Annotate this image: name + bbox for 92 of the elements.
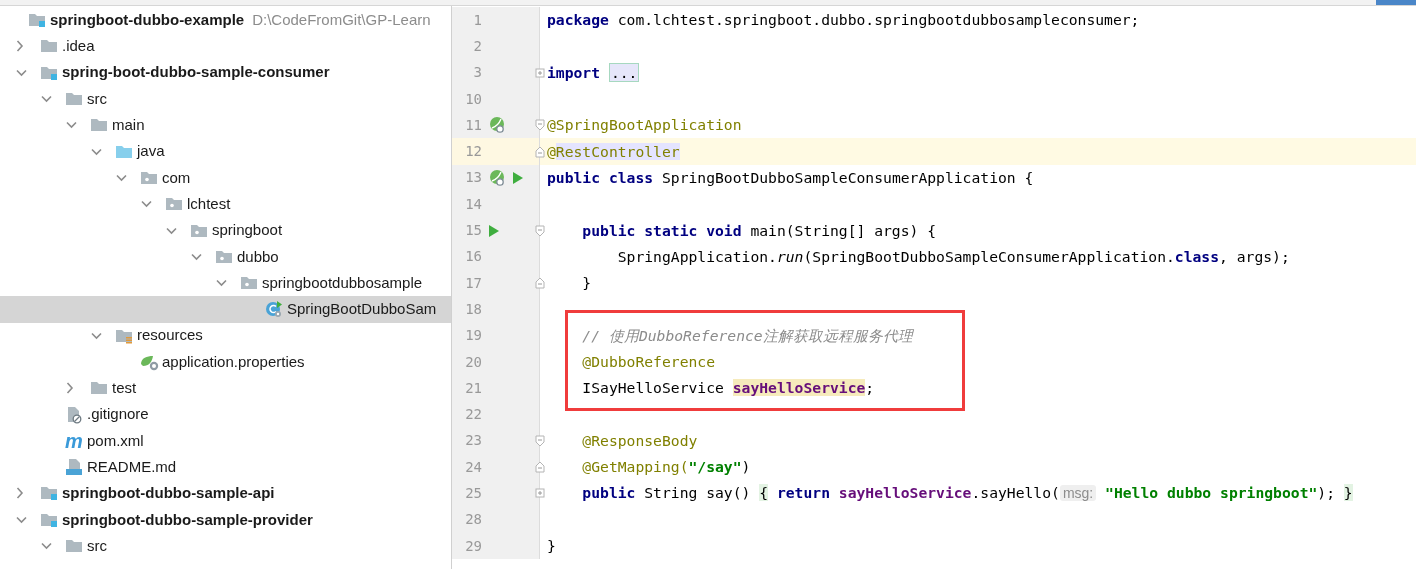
tree-item[interactable]: src [0, 532, 451, 560]
tree-item[interactable]: dubbo [0, 243, 451, 270]
code-line: @SpringBootApplication [547, 115, 742, 136]
line-number: 15 [464, 221, 482, 240]
folder-icon [115, 143, 133, 160]
tree-item[interactable]: application.properties [0, 348, 451, 376]
package-folder-icon [215, 248, 233, 265]
code-line: public String say() { return sayHelloService.sayHello( msg: "Hello dubbo springboot"); } [581, 483, 1353, 504]
leaf-gear-icon [140, 353, 160, 371]
tree-item[interactable]: springbootdubbosample [0, 269, 451, 297]
line-number: 2 [472, 36, 482, 56]
code-line: SpringApplication.run(SpringBootDubboSampleConsumerApplication.class, args); [616, 246, 1290, 267]
line-number: 28 [464, 510, 482, 530]
code-line: } [581, 273, 592, 294]
code-line: public class SpringBootDubboSampleConsumerApplication { [547, 167, 1034, 188]
tree-item[interactable]: .gitignore [0, 401, 451, 428]
fold-start-icon[interactable] [535, 119, 545, 132]
resource-folder-icon [115, 327, 133, 344]
package-folder-icon [190, 222, 208, 239]
folder-icon [65, 91, 83, 108]
line-number: 24 [464, 457, 482, 477]
tree-item[interactable]: springboot [0, 217, 451, 244]
line-number: 14 [464, 194, 482, 214]
tree-item[interactable]: java [0, 138, 451, 165]
line-number: 22 [464, 405, 482, 425]
code-line: import ... [547, 61, 640, 84]
tree-item[interactable]: resources [0, 322, 451, 349]
bean-icon [488, 168, 506, 187]
package-folder-icon [140, 169, 158, 186]
tree-item[interactable]: springboot-dubbo-sample-provider [0, 506, 451, 533]
file-blocked-icon [65, 405, 83, 424]
code-line: @RestController [547, 141, 680, 162]
fold-start-icon[interactable] [535, 224, 545, 237]
line-number: 19 [464, 326, 482, 346]
module-folder-icon [40, 511, 58, 528]
module-folder-icon [40, 64, 58, 81]
tree-item[interactable]: spring-boot-dubbo-sample-consumer [0, 59, 451, 86]
code-line: @ResponseBody [581, 430, 698, 451]
tree-item[interactable]: SpringBootDubboSam [0, 296, 451, 323]
line-number: 18 [464, 299, 482, 319]
code-line: @DubboReference [581, 352, 715, 372]
line-number: 11 [464, 115, 482, 135]
expand-icon[interactable] [535, 66, 545, 79]
fold-start-icon[interactable] [535, 434, 545, 447]
tree-item[interactable]: .idea [0, 33, 451, 60]
line-number: 3 [472, 63, 482, 83]
line-number: 10 [464, 89, 482, 109]
line-number: 13 [464, 168, 482, 188]
tree-item[interactable]: README.md [0, 454, 451, 481]
code-line: } [547, 536, 556, 557]
tree-item[interactable]: src [0, 85, 451, 113]
line-number: 21 [464, 378, 482, 398]
run-icon [488, 223, 500, 238]
line-number: 20 [464, 352, 482, 372]
code-line: @GetMapping("/say") [581, 457, 751, 478]
code-line: ISayHelloService sayHelloService; [581, 378, 875, 399]
code-line: // 使用DubboReference注解获取远程服务代理 [581, 325, 913, 346]
tree-item[interactable]: test [0, 375, 451, 402]
tree-item[interactable]: lchtest [0, 191, 451, 218]
fold-end-icon[interactable] [535, 461, 545, 474]
line-number: 17 [464, 273, 482, 293]
run-icon [512, 170, 524, 185]
folder-icon [40, 38, 58, 55]
line-number: 25 [464, 484, 482, 503]
code-line: package com.lchtest.springboot.dubbo.springbootdubbosampleconsumer; [547, 10, 1140, 31]
fold-end-icon[interactable] [535, 277, 545, 290]
class-icon [265, 300, 283, 319]
tree-item[interactable]: m pom.xml [0, 427, 451, 455]
package-folder-icon [165, 196, 183, 213]
line-number: 1 [472, 10, 482, 30]
folder-icon [65, 538, 83, 555]
bean-icon [488, 116, 506, 135]
line-number: 29 [464, 536, 482, 556]
project-path: D:\CodeFromGit\GP-Learn [252, 9, 431, 30]
line-number: 12 [464, 142, 482, 162]
expand-icon[interactable] [535, 487, 545, 500]
line-number: 16 [464, 247, 482, 267]
markdown-file-icon [65, 458, 83, 477]
letter-m-icon: m [65, 430, 83, 451]
active-tab-underline [1376, 0, 1416, 5]
tree-item[interactable]: springboot-dubbo-example D:\CodeFromGit\GP-Learn [0, 7, 451, 34]
package-folder-icon [240, 275, 258, 292]
folder-icon [90, 117, 108, 134]
code-line: public static void main(String[] args) { [581, 220, 937, 241]
fold-end-icon[interactable] [535, 145, 545, 158]
module-folder-icon [28, 12, 46, 29]
tree-item[interactable]: main [0, 112, 451, 139]
tree-item[interactable]: com [0, 164, 451, 192]
folder-icon [90, 380, 108, 397]
tree-item[interactable]: springboot-dubbo-sample-api [0, 480, 451, 507]
line-number: 23 [464, 431, 482, 451]
module-folder-icon [40, 485, 58, 502]
